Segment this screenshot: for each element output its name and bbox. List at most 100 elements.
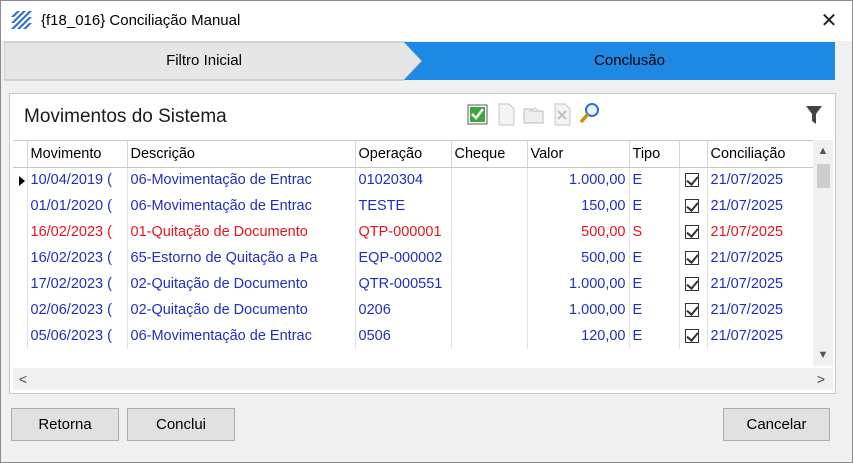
retorna-button[interactable]: Retorna <box>11 408 119 441</box>
window-title: {f18_016} Conciliação Manual <box>41 12 241 29</box>
cell-operacao: 0206 <box>355 297 452 323</box>
cell-movimento: 02/06/2023 ( <box>27 297 128 323</box>
cell-checkbox[interactable] <box>679 219 708 245</box>
check-all-icon[interactable] <box>465 100 491 128</box>
cell-cheque <box>451 167 528 193</box>
cell-descricao: 01-Quitação de Documento <box>127 219 356 245</box>
panel-title: Movimentos do Sistema <box>24 106 227 127</box>
cell-valor: 1.000,00 <box>527 297 630 323</box>
cell-valor: 500,00 <box>527 219 630 245</box>
cell-conciliacao: 21/07/2025 <box>707 323 813 349</box>
cell-conciliacao: 21/07/2025 <box>707 271 813 297</box>
filter-icon[interactable] <box>805 104 823 126</box>
checkbox-checked-icon[interactable] <box>684 277 699 292</box>
cell-cheque <box>451 271 528 297</box>
scroll-up-icon[interactable]: ▲ <box>813 142 833 160</box>
column-header-check[interactable] <box>679 141 708 168</box>
scroll-down-icon[interactable]: ▼ <box>813 346 833 364</box>
cell-descricao: 02-Quitação de Documento <box>127 271 356 297</box>
app-logo-icon <box>11 11 32 29</box>
cancelar-button[interactable]: Cancelar <box>723 408 830 441</box>
column-header-descricao[interactable]: Descrição <box>127 141 356 168</box>
cell-checkbox[interactable] <box>679 167 708 193</box>
close-button[interactable]: ✕ <box>816 7 842 35</box>
cell-valor: 500,00 <box>527 245 630 271</box>
cell-conciliacao: 21/07/2025 <box>707 245 813 271</box>
column-header-conciliacao[interactable]: Conciliação <box>707 141 813 168</box>
dialog-window: {f18_016} Conciliação Manual ✕ Filtro In… <box>0 0 853 463</box>
title-bar: {f18_016} Conciliação Manual ✕ <box>1 1 852 41</box>
table-row[interactable]: 17/02/2023 ( 02-Quitação de Documento QT… <box>13 271 813 297</box>
conclui-button[interactable]: Conclui <box>127 408 235 441</box>
cell-operacao: EQP-000002 <box>355 245 452 271</box>
scroll-left-icon[interactable]: < <box>13 368 33 390</box>
scroll-right-icon[interactable]: > <box>811 368 831 390</box>
checkbox-checked-icon[interactable] <box>684 329 699 344</box>
cell-conciliacao: 21/07/2025 <box>707 193 813 219</box>
vertical-scroll-thumb[interactable] <box>817 164 830 188</box>
cell-movimento: 16/02/2023 ( <box>27 245 128 271</box>
cell-cheque <box>451 193 528 219</box>
table-row[interactable]: 16/02/2023 ( 65-Estorno de Quitação a Pa… <box>13 245 813 271</box>
grid-header-row: Movimento Descrição Operação Cheque Valo… <box>13 141 813 168</box>
cell-checkbox[interactable] <box>679 323 708 349</box>
cell-operacao: QTP-000001 <box>355 219 452 245</box>
cell-valor: 150,00 <box>527 193 630 219</box>
cell-valor: 1.000,00 <box>527 271 630 297</box>
table-row[interactable]: 10/04/2019 ( 06-Movimentação de Entrac 0… <box>13 167 813 193</box>
cell-descricao: 06-Movimentação de Entrac <box>127 323 356 349</box>
row-indicator <box>13 245 28 271</box>
cell-checkbox[interactable] <box>679 271 708 297</box>
new-document-icon[interactable] <box>493 100 519 128</box>
cell-checkbox[interactable] <box>679 193 708 219</box>
checkbox-checked-icon[interactable] <box>684 251 699 266</box>
cell-conciliacao: 21/07/2025 <box>707 167 813 193</box>
horizontal-scrollbar[interactable]: < > <box>13 368 833 390</box>
cell-movimento: 10/04/2019 ( <box>27 167 128 193</box>
column-header-valor[interactable]: Valor <box>527 141 630 168</box>
cell-tipo: E <box>629 297 680 323</box>
checkbox-checked-icon[interactable] <box>684 199 699 214</box>
cell-operacao: QTR-000551 <box>355 271 452 297</box>
checkbox-checked-icon[interactable] <box>684 173 699 188</box>
table-row[interactable]: 02/06/2023 ( 02-Quitação de Documento 02… <box>13 297 813 323</box>
table-row[interactable]: 05/06/2023 ( 06-Movimentação de Entrac 0… <box>13 323 813 349</box>
column-header-cheque[interactable]: Cheque <box>451 141 528 168</box>
column-header-tipo[interactable]: Tipo <box>629 141 680 168</box>
delete-document-icon[interactable] <box>549 100 575 128</box>
movements-panel: Movimentos do Sistema Movimento Descriçã… <box>9 93 836 394</box>
table-row[interactable]: 01/01/2020 ( 06-Movimentação de Entrac T… <box>13 193 813 219</box>
cell-movimento: 17/02/2023 ( <box>27 271 128 297</box>
checkbox-checked-icon[interactable] <box>684 225 699 240</box>
cell-checkbox[interactable] <box>679 245 708 271</box>
vertical-scrollbar[interactable]: ▲ ▼ <box>813 140 833 366</box>
row-pointer-icon <box>13 167 28 193</box>
open-folder-icon[interactable] <box>521 100 547 128</box>
cell-cheque <box>451 245 528 271</box>
cell-movimento: 05/06/2023 ( <box>27 323 128 349</box>
row-indicator <box>13 323 28 349</box>
step-conclusao[interactable]: Conclusão <box>424 41 835 81</box>
cell-movimento: 16/02/2023 ( <box>27 219 128 245</box>
step-filtro-inicial[interactable]: Filtro Inicial <box>4 41 404 81</box>
cell-tipo: S <box>629 219 680 245</box>
cell-valor: 1.000,00 <box>527 167 630 193</box>
search-icon[interactable] <box>577 100 603 128</box>
cell-tipo: E <box>629 271 680 297</box>
cell-descricao: 02-Quitação de Documento <box>127 297 356 323</box>
row-indicator <box>13 219 28 245</box>
cell-cheque <box>451 219 528 245</box>
cell-conciliacao: 21/07/2025 <box>707 297 813 323</box>
checkbox-checked-icon[interactable] <box>684 303 699 318</box>
cell-tipo: E <box>629 167 680 193</box>
cell-conciliacao: 21/07/2025 <box>707 219 813 245</box>
column-header-operacao[interactable]: Operação <box>355 141 452 168</box>
row-indicator <box>13 193 28 219</box>
column-header-movimento[interactable]: Movimento <box>27 141 128 168</box>
row-indicator-header <box>13 141 28 168</box>
cell-operacao: 0506 <box>355 323 452 349</box>
cell-checkbox[interactable] <box>679 297 708 323</box>
cell-cheque <box>451 323 528 349</box>
cell-cheque <box>451 297 528 323</box>
table-row[interactable]: 16/02/2023 ( 01-Quitação de Documento QT… <box>13 219 813 245</box>
